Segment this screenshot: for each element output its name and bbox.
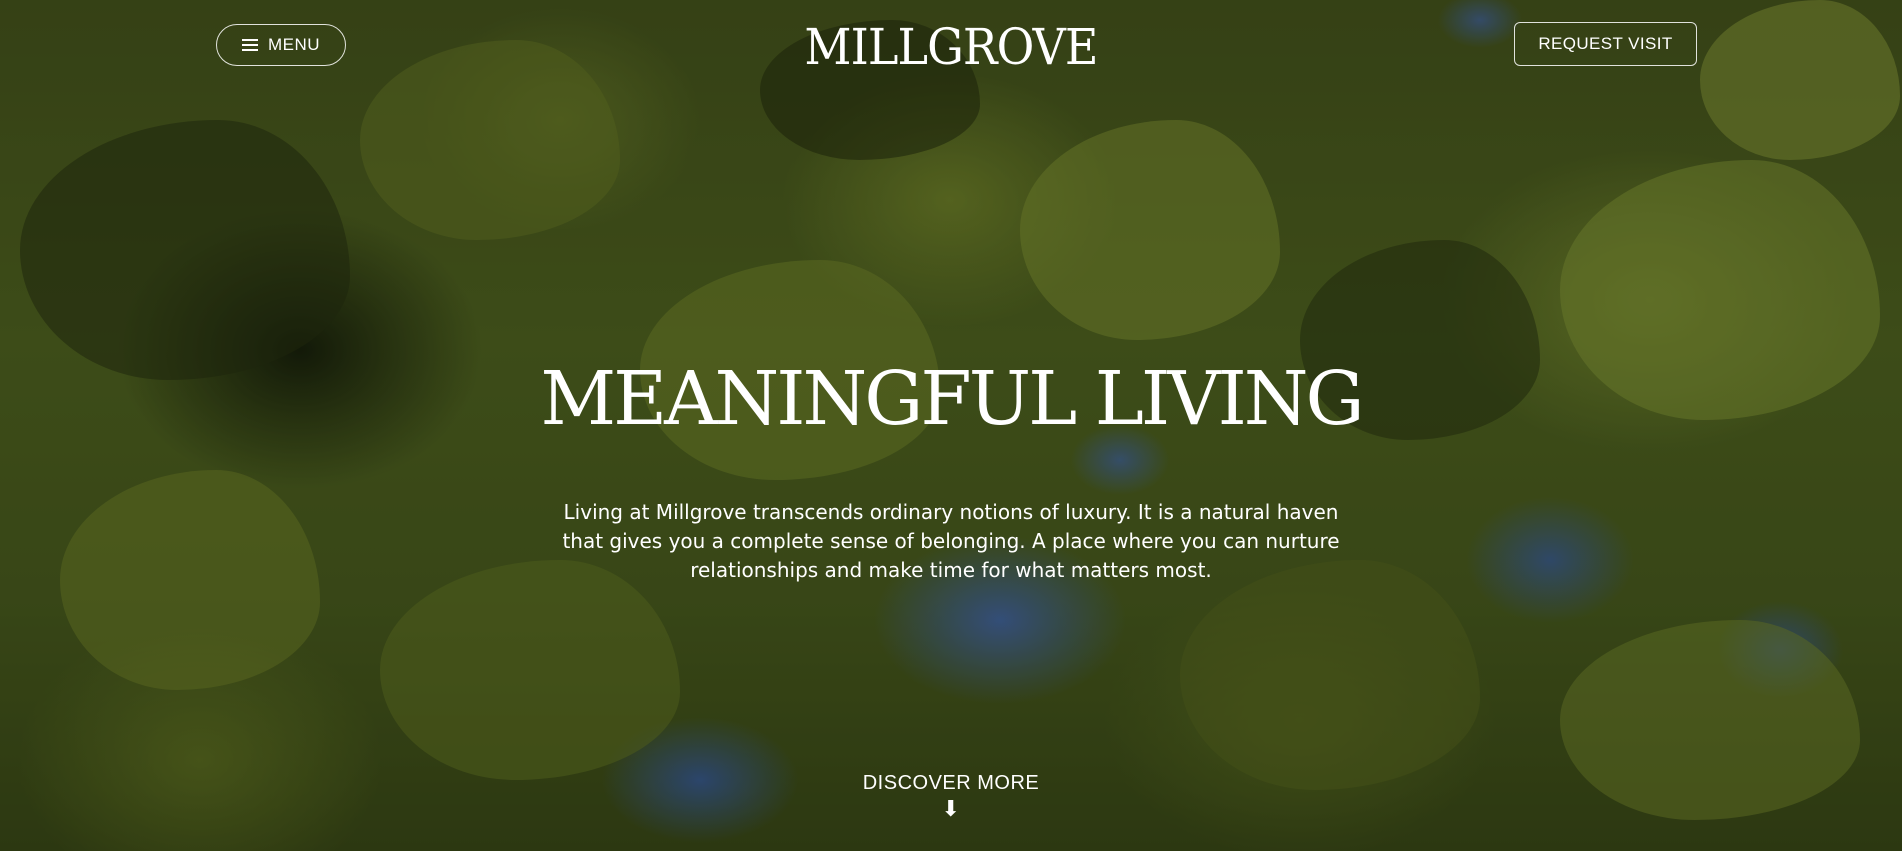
request-visit-button[interactable]: REQUEST VISIT xyxy=(1514,22,1697,66)
hero-intro: Living at Millgrove transcends ordinary … xyxy=(562,500,1340,582)
arrow-down-icon: ⬇ xyxy=(941,796,961,821)
discover-more-link[interactable]: DISCOVER MORE ⬇ xyxy=(851,772,1051,821)
request-visit-label: REQUEST VISIT xyxy=(1538,34,1673,53)
hero-headline: MEANINGFUL LIVING xyxy=(540,356,1364,442)
discover-more-label: DISCOVER MORE xyxy=(862,772,1040,794)
hero-section: MENU MILLGROVE REQUEST VISIT MEANINGFUL … xyxy=(0,0,1902,851)
